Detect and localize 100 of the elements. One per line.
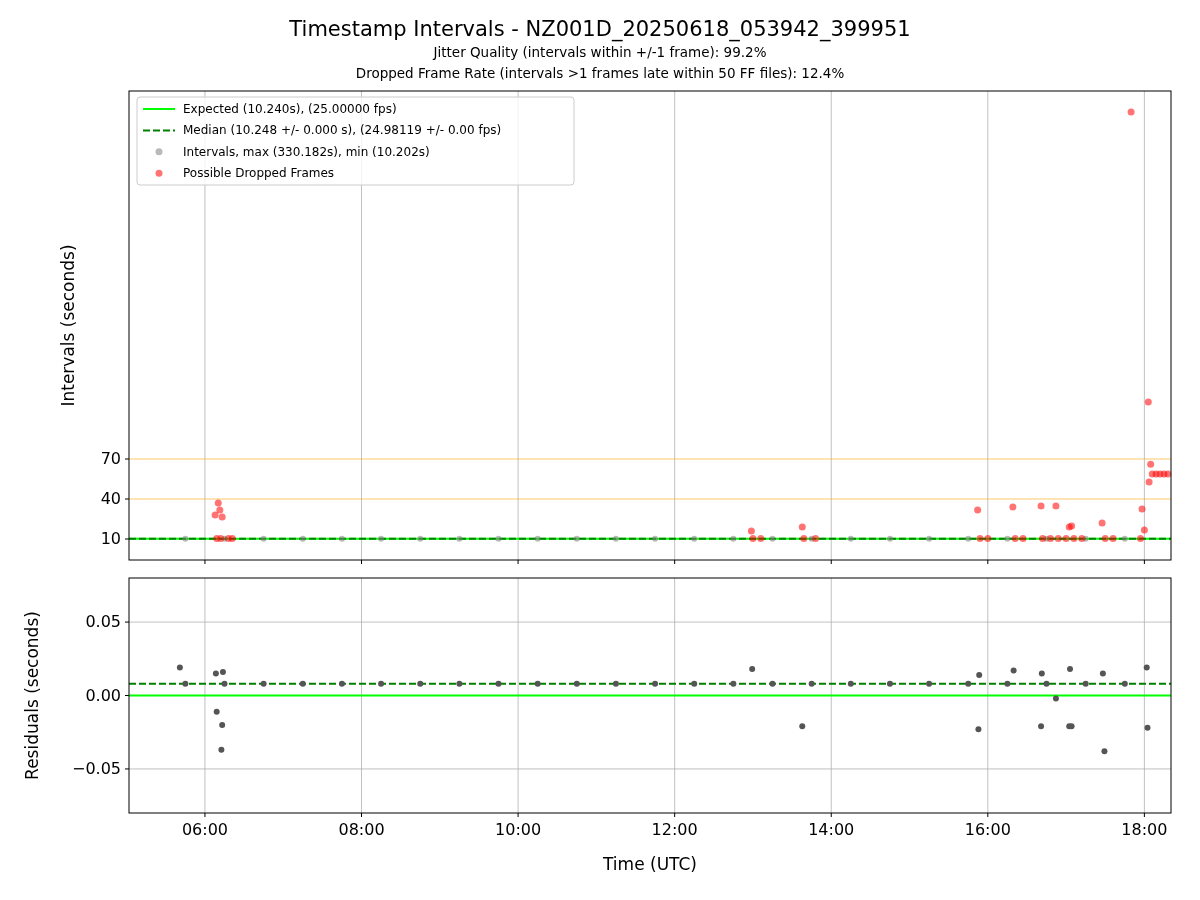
data-point (221, 535, 228, 542)
tick-label: 12:00 (651, 820, 698, 839)
data-point (691, 680, 698, 687)
data-point (213, 708, 220, 715)
tick-label: 14:00 (808, 820, 855, 839)
data-point (926, 680, 933, 687)
tick-label: 18:00 (1121, 820, 1168, 839)
data-point (652, 680, 659, 687)
axis-title: Time (UTC) (603, 854, 697, 874)
data-point (534, 535, 541, 542)
data-point (534, 680, 541, 687)
data-point (1121, 680, 1128, 687)
data-point (652, 535, 659, 542)
data-point (965, 680, 972, 687)
legend-label: Intervals, max (330.182s), min (10.202s) (183, 144, 430, 159)
data-point (612, 535, 619, 542)
data-point (378, 535, 385, 542)
tick-label: 10 (100, 529, 121, 548)
dropped-frame-point (798, 523, 806, 531)
data-point (769, 535, 776, 542)
legend-label: Possible Dropped Frames (183, 166, 335, 181)
dropped-frame-point (1127, 108, 1135, 116)
data-point (1052, 695, 1059, 702)
data-point (495, 680, 502, 687)
tick-label: 40 (100, 489, 121, 508)
data-point (182, 535, 189, 542)
axis-title: Intervals (seconds) (58, 244, 78, 407)
dropped-frame-point (1009, 503, 1017, 511)
dropped-frame-point (1037, 502, 1045, 510)
data-point (1038, 670, 1045, 677)
dropped-frame-point (1052, 502, 1060, 510)
data-point (1082, 680, 1089, 687)
data-point (808, 535, 815, 542)
data-point (926, 535, 933, 542)
dropped-frame-point (974, 506, 982, 514)
data-point (1043, 535, 1050, 542)
axis-title: Residuals (seconds) (22, 611, 42, 780)
data-point (1143, 664, 1150, 671)
figure-subtitle: Jitter Quality (intervals within +/-1 frame): 99.2% (433, 43, 767, 62)
data-point (976, 671, 983, 678)
data-point (847, 680, 854, 687)
data-point (799, 723, 806, 730)
data-point (1004, 535, 1011, 542)
data-point (730, 680, 737, 687)
tick-label: 16:00 (964, 820, 1011, 839)
legend-label: Expected (10.240s), (25.00000 fps) (183, 102, 397, 116)
data-point (260, 680, 267, 687)
tick-label: 10:00 (495, 820, 542, 839)
data-point (1010, 667, 1017, 674)
data-point (730, 535, 737, 542)
data-point (1067, 666, 1073, 673)
tick-label: 06:00 (181, 820, 228, 839)
data-point (221, 680, 228, 687)
data-point (573, 680, 580, 687)
data-point (1004, 680, 1011, 687)
data-point (1101, 748, 1108, 755)
data-point (1038, 723, 1045, 730)
dropped-frame-point (1098, 519, 1106, 527)
data-point (1082, 535, 1089, 542)
figure-title: Timestamp Intervals - NZ001D_20250618_053942_399951 (289, 16, 911, 42)
data-point (219, 721, 226, 728)
legend-swatch (142, 129, 176, 132)
data-point (749, 666, 756, 673)
data-point (176, 664, 183, 671)
data-point (886, 680, 893, 687)
data-point (338, 680, 345, 687)
data-point (1144, 724, 1151, 731)
legend-swatch (155, 148, 163, 156)
dropped-frame-point (1144, 398, 1152, 406)
data-point (299, 680, 306, 687)
dropped-frame-point (800, 535, 808, 543)
dropped-frame-point (1138, 505, 1146, 513)
data-point (182, 680, 189, 687)
data-point (769, 680, 776, 687)
data-point (1099, 670, 1106, 677)
data-point (417, 535, 424, 542)
dropped-frame-point (1147, 460, 1155, 468)
dropped-frame-point (812, 535, 820, 543)
data-point (886, 535, 893, 542)
data-point (975, 726, 982, 733)
data-point (808, 680, 815, 687)
data-point (965, 535, 972, 542)
data-point (299, 535, 306, 542)
tick-label: 0.05 (85, 612, 121, 632)
figure-subtitle: Dropped Frame Rate (intervals >1 frames late within 50 FF files): 12.4% (355, 64, 845, 83)
legend-swatch (155, 169, 163, 177)
data-point (456, 680, 463, 687)
data-point (1121, 535, 1128, 542)
data-point (417, 680, 424, 687)
data-point (847, 535, 854, 542)
tick-label: 0.00 (85, 685, 121, 705)
tick-label: 70 (100, 449, 121, 468)
data-point (378, 680, 385, 687)
data-point (691, 535, 698, 542)
data-point (218, 746, 225, 753)
tick-label: −0.05 (71, 758, 121, 778)
data-point (573, 535, 580, 542)
tick-label: 08:00 (338, 820, 385, 839)
data-point (456, 535, 463, 542)
data-point (495, 535, 502, 542)
